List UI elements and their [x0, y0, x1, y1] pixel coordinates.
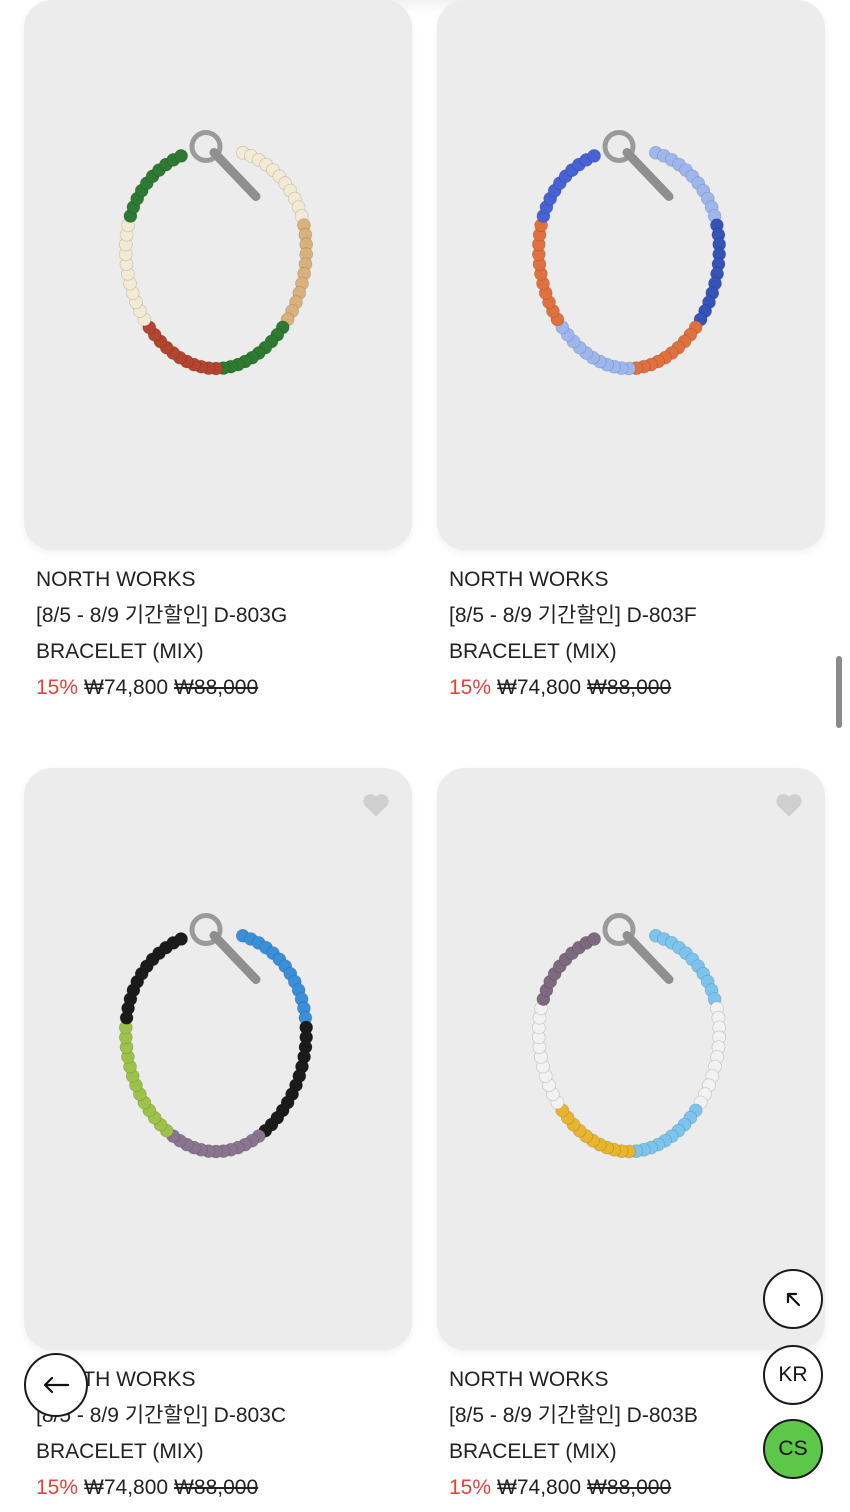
language-button[interactable]: KR	[763, 1345, 823, 1405]
product-subtitle[interactable]: BRACELET (MIX)	[36, 1434, 414, 1470]
discount-rate: 15%	[449, 676, 492, 699]
product-card[interactable]: NORTH WORKS [8/5 - 8/9 기간할인] D-803F BRAC…	[437, 0, 827, 706]
heart-icon[interactable]	[362, 792, 390, 818]
product-image[interactable]	[24, 0, 412, 550]
bead	[587, 932, 602, 946]
bead	[174, 148, 189, 163]
original-price: ₩88,000	[587, 1476, 672, 1499]
heart-icon[interactable]	[775, 792, 803, 818]
bead	[174, 932, 189, 946]
product-image[interactable]	[24, 768, 412, 1350]
back-button[interactable]	[24, 1353, 88, 1417]
product-price: 15% ₩74,800 ₩88,000	[36, 670, 414, 706]
original-price: ₩88,000	[174, 1476, 259, 1499]
product-price: 15% ₩74,800 ₩88,000	[449, 670, 827, 706]
arrow-left-icon	[43, 1376, 70, 1394]
product-price: 15% ₩74,800 ₩88,000	[449, 1470, 827, 1506]
original-price: ₩88,000	[174, 676, 259, 699]
scrollbar[interactable]	[836, 656, 842, 728]
discount-rate: 15%	[36, 676, 79, 699]
discount-rate: 15%	[36, 1476, 79, 1499]
bracelet-image	[531, 913, 727, 1159]
product-brand[interactable]: NORTH WORKS	[36, 1362, 414, 1398]
scroll-to-top-button[interactable]	[763, 1269, 823, 1329]
cs-label: CS	[778, 1437, 808, 1460]
product-image[interactable]	[437, 0, 825, 550]
sale-price: ₩74,800	[84, 1476, 169, 1499]
bracelet-image	[531, 130, 727, 376]
discount-rate: 15%	[449, 1476, 492, 1499]
product-title[interactable]: [8/5 - 8/9 기간할인] D-803G	[36, 598, 414, 634]
sale-price: ₩74,800	[497, 1476, 582, 1499]
product-subtitle[interactable]: BRACELET (MIX)	[449, 634, 827, 670]
product-card[interactable]: NORTH WORKS [8/5 - 8/9 기간할인] D-803G BRAC…	[24, 0, 414, 706]
bracelet-image	[118, 130, 314, 376]
product-brand[interactable]: NORTH WORKS	[36, 562, 414, 598]
arrow-up-left-icon	[786, 1292, 801, 1307]
product-card[interactable]: NORTH WORKS [8/5 - 8/9 기간할인] D-803B BRAC…	[437, 768, 827, 1506]
cs-button[interactable]: CS	[763, 1419, 823, 1479]
product-title[interactable]: [8/5 - 8/9 기간할인] D-803F	[449, 598, 827, 634]
bracelet-image	[118, 913, 314, 1159]
sale-price: ₩74,800	[497, 676, 582, 699]
product-price: 15% ₩74,800 ₩88,000	[36, 1470, 414, 1506]
product-image[interactable]	[437, 768, 825, 1350]
original-price: ₩88,000	[587, 676, 672, 699]
product-title[interactable]: [8/5 - 8/9 기간할인] D-803C	[36, 1398, 414, 1434]
bead	[587, 148, 602, 163]
product-subtitle[interactable]: BRACELET (MIX)	[36, 634, 414, 670]
sale-price: ₩74,800	[84, 676, 169, 699]
language-label: KR	[778, 1363, 808, 1386]
product-brand[interactable]: NORTH WORKS	[449, 562, 827, 598]
